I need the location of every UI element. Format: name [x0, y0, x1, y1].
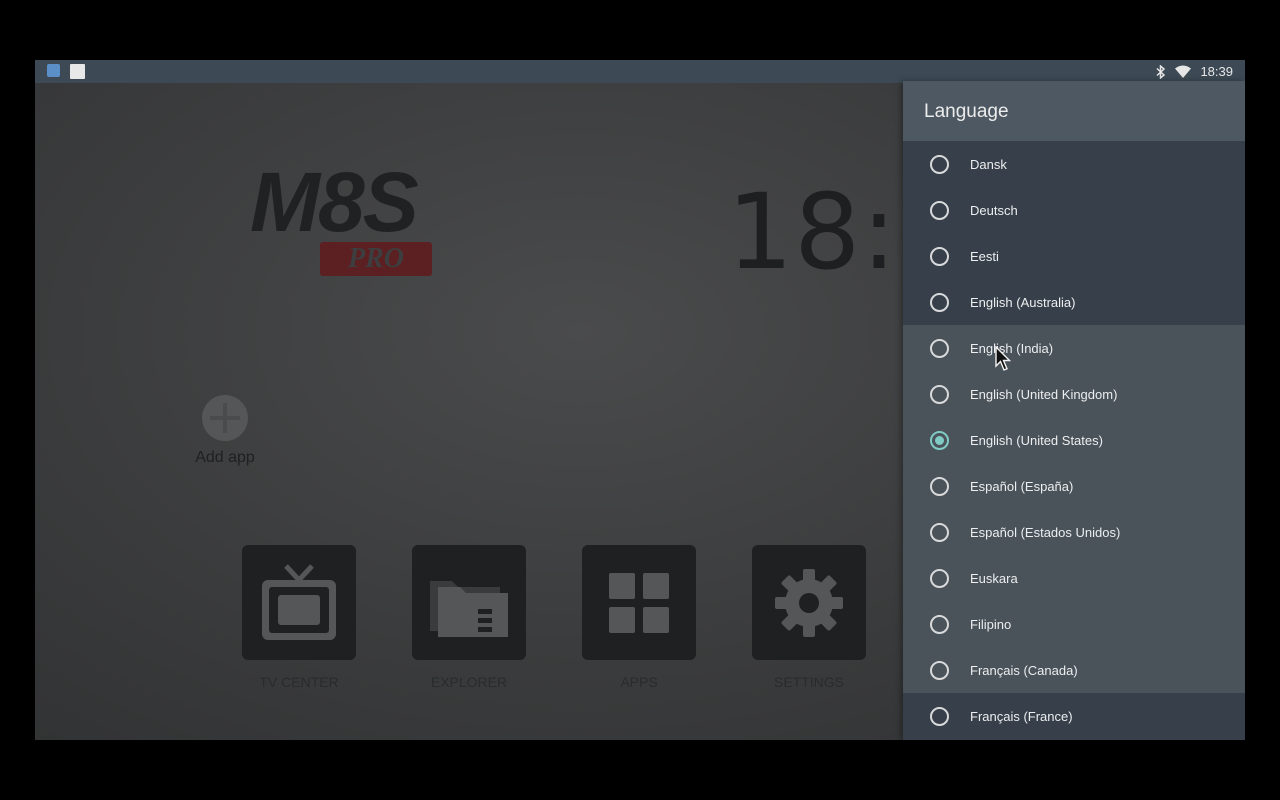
folder-icon [430, 580, 508, 637]
radio-unchecked-icon[interactable] [930, 476, 949, 496]
radio-unchecked-icon[interactable] [930, 660, 949, 680]
language-list: Dansk Deutsch Eesti English (Australia) Engl… [903, 141, 1245, 739]
radio-unchecked-icon[interactable] [930, 246, 949, 266]
language-option[interactable]: Français (France) [903, 693, 1245, 739]
language-option[interactable]: Filipino [903, 601, 1245, 647]
screen: 18:39 M8S PRO 18:3 Add app TV CENTER EXP… [35, 60, 1245, 740]
add-app-button[interactable]: Add app [175, 395, 275, 467]
radio-unchecked-icon[interactable] [930, 614, 949, 634]
language-option-label: Eesti [970, 248, 999, 264]
language-option[interactable]: English (Australia) [903, 279, 1245, 325]
brand-logo: M8S PRO [250, 160, 510, 280]
language-option[interactable]: Español (Estados Unidos) [903, 509, 1245, 555]
tile-label: TV CENTER [259, 674, 339, 690]
radio-unchecked-icon[interactable] [930, 706, 949, 726]
tv-icon [262, 563, 336, 640]
language-option-label: Español (Estados Unidos) [970, 524, 1121, 540]
status-bar-right: 18:39 [1156, 60, 1233, 83]
tile-label: APPS [620, 674, 658, 690]
language-option[interactable]: Euskara [903, 555, 1245, 601]
logo-text: M8S [250, 155, 419, 249]
language-option[interactable]: Français (Canada) [903, 647, 1245, 693]
square-icon [70, 64, 85, 79]
language-option[interactable]: Eesti [903, 233, 1245, 279]
language-option-label: Filipino [970, 616, 1012, 632]
status-bar: 18:39 [35, 60, 1245, 83]
add-icon [202, 395, 248, 441]
language-option-label: Deutsch [970, 202, 1018, 218]
logo-badge: PRO [320, 242, 432, 276]
language-option[interactable]: Dansk [903, 141, 1245, 187]
language-option-label: English (United States) [970, 432, 1103, 448]
radio-unchecked-icon[interactable] [930, 384, 949, 404]
language-option-label: English (India) [970, 340, 1054, 356]
language-option-label: Français (Canada) [970, 662, 1078, 678]
apps-grid-icon [609, 572, 669, 633]
language-option[interactable]: Español (España) [903, 463, 1245, 509]
tile-explorer[interactable]: EXPLORER [412, 545, 526, 690]
language-option[interactable]: English (United Kingdom) [903, 371, 1245, 417]
mouse-cursor-icon [995, 346, 1011, 371]
tile-label: EXPLORER [430, 674, 508, 690]
tile-label: SETTINGS [773, 674, 844, 690]
language-option-label: Euskara [970, 570, 1018, 586]
gallery-icon [47, 64, 60, 77]
tile-apps[interactable]: APPS [582, 545, 696, 690]
tile-tv-center[interactable]: TV CENTER [242, 545, 356, 690]
language-option-label: Français (France) [970, 708, 1073, 724]
language-option-label: English (United Kingdom) [970, 386, 1118, 402]
radio-unchecked-icon[interactable] [930, 522, 949, 542]
language-option-label: English (Australia) [970, 294, 1076, 310]
status-time: 18:39 [1200, 64, 1233, 79]
gear-icon [775, 568, 843, 637]
bluetooth-icon [1156, 64, 1166, 79]
radio-unchecked-icon[interactable] [930, 292, 949, 312]
language-option-label: Dansk [970, 156, 1007, 172]
language-option[interactable]: English (India) [903, 325, 1245, 371]
radio-unchecked-icon[interactable] [930, 568, 949, 588]
radio-unchecked-icon[interactable] [930, 338, 949, 358]
radio-unchecked-icon[interactable] [930, 154, 949, 174]
radio-checked-icon[interactable] [930, 430, 949, 450]
add-app-label: Add app [195, 449, 255, 466]
wifi-icon [1175, 65, 1192, 78]
language-option[interactable]: Deutsch [903, 187, 1245, 233]
radio-unchecked-icon[interactable] [930, 200, 949, 220]
language-option-label: Español (España) [970, 478, 1074, 494]
tile-settings[interactable]: SETTINGS [752, 545, 866, 690]
language-dialog: Language Dansk Deutsch Eesti English (Austr… [903, 81, 1245, 740]
language-option[interactable]: English (United States) [903, 417, 1245, 463]
dialog-title: Language [903, 81, 1245, 141]
